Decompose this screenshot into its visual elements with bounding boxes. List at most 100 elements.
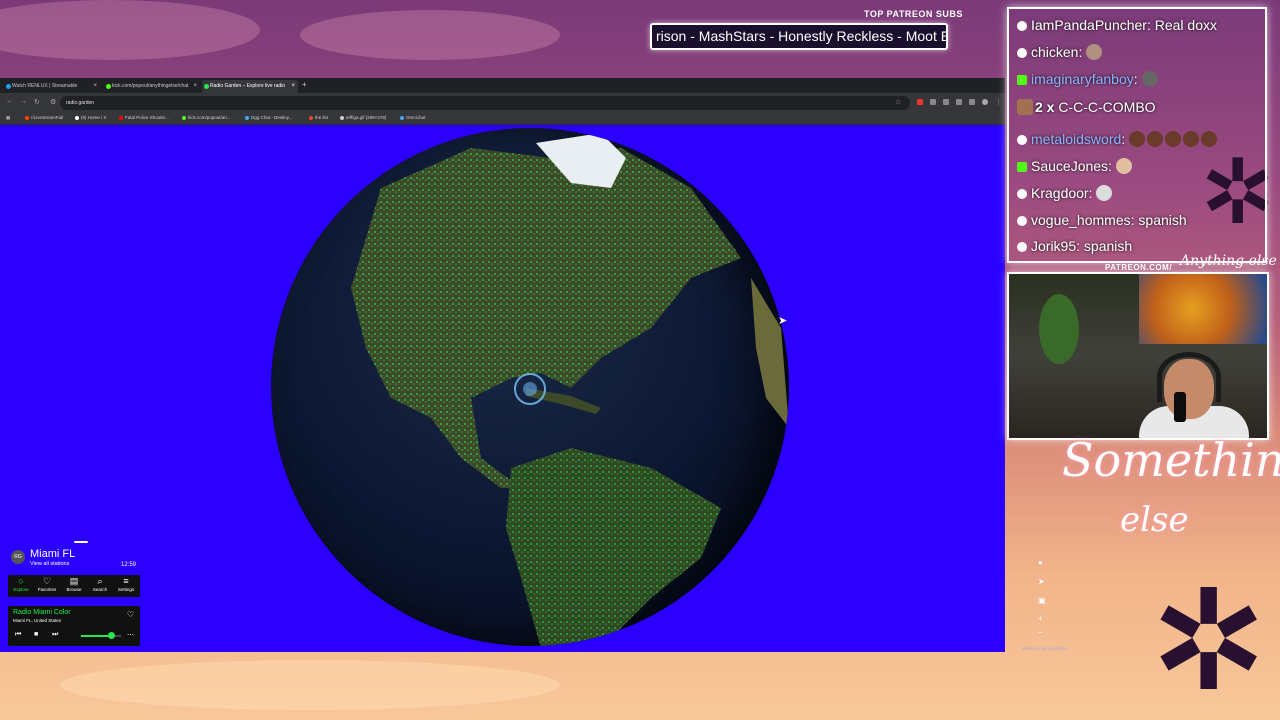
nav-label: Settings bbox=[117, 587, 135, 592]
tab-favicon-icon bbox=[204, 84, 209, 89]
bookmark-item[interactable]: Dgg Chat - Destiny... bbox=[245, 115, 292, 120]
volume-fill bbox=[81, 635, 111, 637]
tab-title: Radio Garden – Explore live radio bbox=[210, 83, 286, 89]
search-icon: ⌕ bbox=[97, 576, 103, 586]
profile-icon[interactable] bbox=[982, 99, 988, 105]
chat-username: imaginaryfanboy bbox=[1031, 71, 1134, 87]
tab-streamable[interactable]: Watch RENLUX | Streamable × bbox=[4, 80, 100, 93]
background-cloud bbox=[60, 660, 560, 710]
chat-line: IamPandaPuncher: Real doxx bbox=[1017, 17, 1217, 39]
location-panel[interactable]: RG Miami FL View all stations 12:59 bbox=[8, 541, 140, 571]
tab-close-icon[interactable]: × bbox=[291, 80, 295, 93]
forward-icon[interactable]: → bbox=[20, 98, 27, 105]
palm-silhouette: ✲ bbox=[1150, 560, 1268, 720]
emote-icon bbox=[1096, 185, 1113, 201]
bookmark-label: r/LivestreamFail bbox=[31, 115, 64, 120]
reload-icon[interactable]: ↻ bbox=[34, 98, 40, 106]
platform-badge-icon bbox=[1017, 135, 1027, 145]
nav-search[interactable]: ⌕ Search bbox=[87, 576, 113, 592]
address-bar[interactable]: radio.garden bbox=[60, 96, 910, 110]
chat-username: chicken bbox=[1031, 44, 1079, 60]
nav-browse[interactable]: ▤ Browse bbox=[61, 576, 87, 592]
headphones bbox=[1157, 352, 1221, 402]
map-icon: ▤ bbox=[69, 576, 79, 586]
bookmark-item[interactable]: r/LivestreamFail bbox=[25, 115, 63, 120]
bookmark-favicon-icon bbox=[182, 115, 186, 120]
tab-close-icon[interactable]: × bbox=[93, 80, 97, 93]
bookmark-item[interactable]: Fatal Police Shootin... bbox=[119, 115, 169, 120]
emote-icon bbox=[1141, 71, 1158, 87]
bookmark-star-icon[interactable]: ☆ bbox=[895, 98, 901, 106]
locate-icon[interactable]: ➤ bbox=[1038, 577, 1045, 586]
bookmark-item[interactable]: kick.com/popout/an... bbox=[182, 115, 231, 120]
bookmark-item[interactable]: (5) Home / X bbox=[75, 115, 107, 120]
previous-icon[interactable]: ⏮ bbox=[15, 631, 21, 639]
zoom-out-icon[interactable]: − bbox=[1038, 628, 1043, 637]
tab-close-icon[interactable]: × bbox=[193, 80, 197, 93]
chat-overlay: IamPandaPuncher: Real doxx chicken: imag… bbox=[1007, 7, 1267, 263]
emote-icon bbox=[1201, 131, 1218, 147]
nav-label: Favorites bbox=[37, 587, 57, 592]
bookmark-item[interactable]: Omnichat bbox=[400, 115, 425, 120]
favorite-heart-icon[interactable]: ♡ bbox=[127, 610, 134, 619]
extension-icon[interactable] bbox=[943, 99, 949, 105]
chat-line: metaloidsword: bbox=[1017, 131, 1219, 153]
nav-favorites[interactable]: ♡ Favorites bbox=[34, 576, 60, 592]
drag-handle[interactable] bbox=[74, 541, 88, 543]
bookmark-label: the list bbox=[315, 115, 329, 120]
tab-favicon-icon bbox=[106, 84, 111, 89]
more-options-icon[interactable]: ⋯ bbox=[127, 631, 134, 639]
emote-icon bbox=[1017, 99, 1033, 115]
platform-badge-icon bbox=[1017, 21, 1027, 31]
volume-knob[interactable] bbox=[107, 632, 115, 639]
chat-message: Real doxx bbox=[1154, 17, 1218, 33]
lock-icon[interactable]: ▣ bbox=[1038, 596, 1046, 605]
map-attribution[interactable]: MAPBOX © RADIOGARDEN bbox=[1022, 647, 1068, 651]
chat-line: Jorik95: spanish bbox=[1017, 238, 1132, 260]
chat-username: Kragdoor bbox=[1031, 185, 1089, 201]
chat-line: 2 x C-C-C-COMBO bbox=[1017, 99, 1156, 121]
africa-edge bbox=[751, 278, 789, 428]
webcam-feed bbox=[1007, 272, 1269, 440]
radio-garden-map[interactable] bbox=[0, 125, 1005, 652]
bookmark-item[interactable]: the list bbox=[309, 115, 328, 120]
new-tab-button[interactable]: + bbox=[302, 80, 307, 89]
chat-message: C-C-C-COMBO bbox=[1058, 99, 1156, 115]
tab-radio-garden[interactable]: Radio Garden – Explore live radio × bbox=[202, 80, 298, 93]
kick-badge-icon bbox=[1017, 162, 1027, 172]
tab-kick-chat[interactable]: kick.com/popout/anythingelse/chat × bbox=[104, 80, 200, 93]
tab-title: kick.com/popout/anythingelse/chat bbox=[112, 83, 189, 89]
background-cloud bbox=[300, 10, 560, 60]
nav-settings[interactable]: ≡ Settings bbox=[113, 576, 139, 592]
volume-slider[interactable] bbox=[81, 635, 121, 637]
apps-icon[interactable]: ▦ bbox=[6, 115, 10, 121]
back-icon[interactable]: ← bbox=[6, 98, 13, 105]
extension-icon[interactable] bbox=[917, 99, 923, 105]
stop-button[interactable]: ■ bbox=[34, 631, 38, 638]
bookmark-label: (5) Home / X bbox=[81, 115, 107, 120]
site-info-icon[interactable]: ⚙ bbox=[50, 98, 56, 106]
bookmark-item[interactable]: erffiga.gif (289×278) bbox=[340, 115, 386, 120]
nav-explore[interactable]: ○ Explore bbox=[8, 576, 34, 592]
background-cloud bbox=[0, 0, 260, 60]
next-icon[interactable]: ⏭ bbox=[52, 631, 58, 639]
nav-label: Search bbox=[92, 587, 108, 592]
channel-logo-subtext: else bbox=[1120, 500, 1189, 540]
emote-icon bbox=[1165, 131, 1182, 147]
chat-message: spanish bbox=[1083, 238, 1133, 254]
selected-location-marker[interactable] bbox=[523, 382, 537, 396]
menu-icon[interactable]: ⋮ bbox=[995, 98, 1002, 106]
station-name[interactable]: Radio Miami Color bbox=[13, 609, 71, 616]
bookmark-label: Fatal Police Shootin... bbox=[125, 115, 169, 120]
zoom-in-icon[interactable]: + bbox=[1038, 614, 1043, 623]
platform-badge-icon bbox=[1017, 189, 1027, 199]
chat-line: chicken: bbox=[1017, 44, 1104, 66]
patreon-signature-logo: Anything else bbox=[1180, 253, 1277, 269]
city-name[interactable]: Miami FL bbox=[30, 548, 75, 560]
extension-icon[interactable] bbox=[930, 99, 936, 105]
view-all-stations-link[interactable]: View all stations bbox=[30, 561, 69, 567]
extension-icon[interactable] bbox=[956, 99, 962, 105]
radio-garden-logo: RG bbox=[11, 550, 25, 564]
extension-icon[interactable] bbox=[969, 99, 975, 105]
map-pin-icon[interactable]: ● bbox=[1038, 558, 1043, 567]
